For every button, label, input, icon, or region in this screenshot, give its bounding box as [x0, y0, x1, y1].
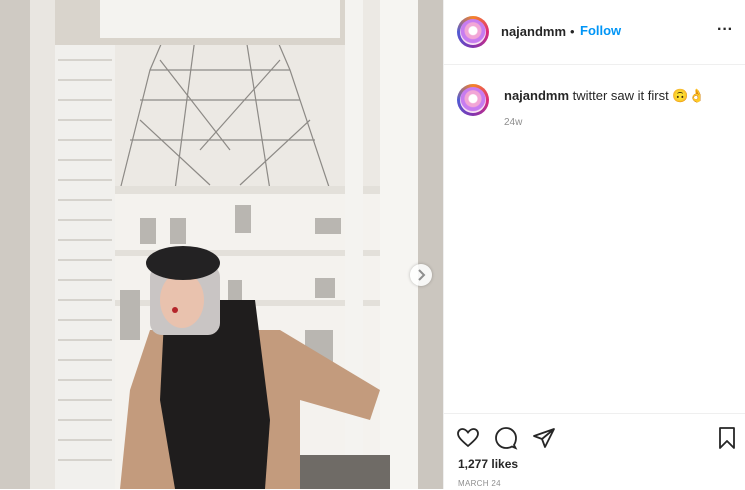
like-count[interactable]: 1,277 likes — [458, 457, 518, 471]
share-icon[interactable] — [532, 426, 556, 450]
post-age[interactable]: 24w — [504, 117, 522, 128]
caption-username[interactable]: najandmm — [504, 88, 569, 103]
post-header: najandmm • Follow ··· — [444, 0, 745, 65]
avatar-image — [460, 87, 486, 113]
author-username[interactable]: najandmm — [501, 24, 566, 39]
avatar-image — [460, 19, 486, 45]
bookmark-icon[interactable] — [715, 426, 739, 450]
post-sidebar: najandmm • Follow ··· najandmm twitter s… — [443, 0, 745, 489]
post-modal: najandmm • Follow ··· najandmm twitter s… — [0, 0, 745, 489]
caption-avatar[interactable] — [457, 84, 489, 116]
heart-icon[interactable] — [456, 426, 480, 450]
next-image-button[interactable] — [410, 264, 432, 286]
next-arrow-icon — [418, 269, 426, 281]
more-options-icon[interactable]: ··· — [717, 21, 733, 39]
caption-text: twitter saw it first 🙃👌 — [572, 88, 705, 103]
comment-icon[interactable] — [494, 426, 518, 450]
post-date[interactable]: MARCH 24 — [458, 479, 501, 488]
header-separator: • — [570, 24, 575, 39]
author-avatar[interactable] — [457, 16, 489, 48]
post-photo[interactable] — [0, 0, 443, 489]
follow-button[interactable]: Follow — [580, 23, 621, 38]
